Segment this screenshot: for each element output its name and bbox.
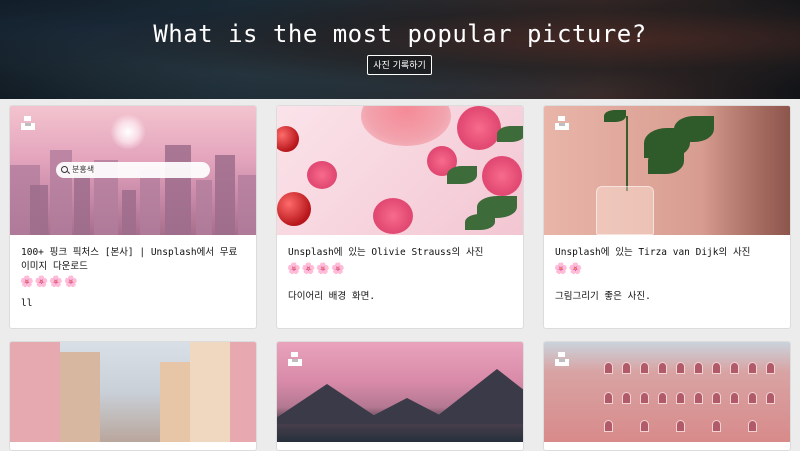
card-emoji: 🌸🌸🌸🌸 (287, 262, 346, 275)
card-emoji: 🌸🌸 (554, 262, 584, 275)
photo-card[interactable] (276, 341, 524, 451)
unsplash-icon (288, 352, 302, 366)
card-image[interactable] (277, 342, 523, 442)
card-title: 100+ 핑크 픽처스 [본사] | Unsplash에서 무료 이미지 다운로… (21, 247, 238, 272)
card-title: Unsplash에 있는 Olivie Strauss의 사진 (288, 247, 484, 258)
card-image[interactable] (277, 106, 523, 235)
card-image[interactable] (10, 342, 256, 442)
unsplash-icon (555, 116, 569, 130)
record-photo-button[interactable]: 사진 기록하기 (367, 55, 432, 75)
card-image[interactable] (544, 106, 790, 235)
photo-card[interactable]: Unsplash에 있는 Tirza van Dijk의 사진 🌸🌸 그림그리기… (543, 105, 791, 329)
card-image[interactable]: 분홍색 (10, 106, 256, 235)
card-description: ll (21, 298, 33, 309)
page-title: What is the most popular picture? (153, 20, 647, 48)
unsplash-icon (21, 116, 35, 130)
hero-banner: What is the most popular picture? 사진 기록하… (0, 0, 800, 99)
photo-card[interactable]: Unsplash에 있는 Olivie Strauss의 사진 🌸🌸🌸🌸 다이어… (276, 105, 524, 329)
photo-card[interactable] (9, 341, 257, 451)
card-title: Unsplash에 있는 Tirza van Dijk의 사진 (555, 247, 751, 258)
image-search-pill: 분홍색 (56, 162, 210, 178)
card-emoji: 🌸🌸🌸🌸 (20, 275, 79, 288)
card-description: 다이어리 배경 화면. (288, 291, 376, 302)
card-description: 그림그리기 좋은 사진. (555, 291, 651, 302)
photo-card[interactable] (543, 341, 791, 451)
search-text: 분홍색 (72, 165, 95, 174)
photo-card[interactable]: 분홍색 100+ 핑크 픽처스 [본사] | Unsplash에서 무료 이미지… (9, 105, 257, 329)
search-icon (61, 166, 68, 173)
unsplash-icon (555, 352, 569, 366)
card-image[interactable] (544, 342, 790, 442)
